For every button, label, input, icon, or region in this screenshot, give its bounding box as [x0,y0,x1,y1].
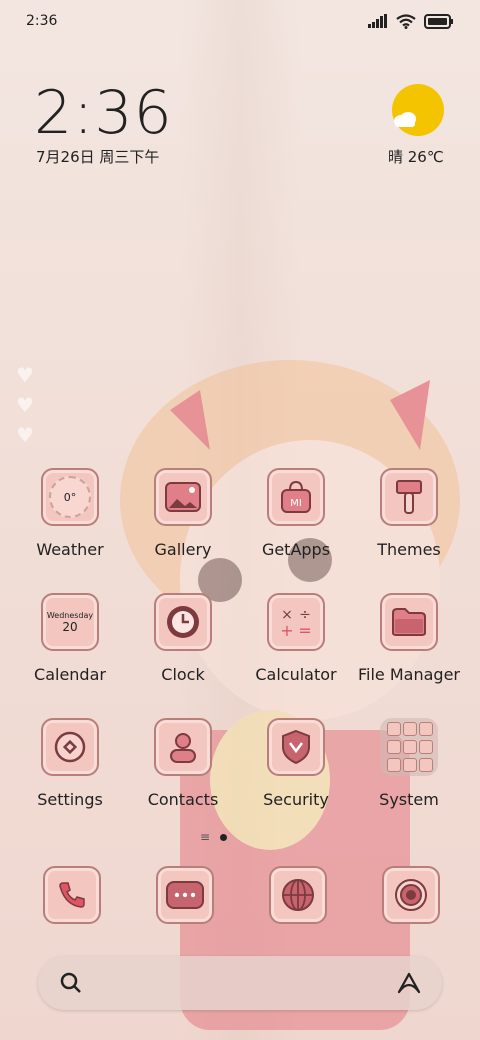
app-gallery[interactable]: Gallery [127,468,239,559]
clock-icon [154,593,212,651]
app-label: System [379,790,439,809]
app-label: Calendar [34,665,106,684]
current-page-dot [220,833,228,841]
gallery-icon [154,468,212,526]
status-time: 2:36 [26,13,58,29]
app-label: Security [263,790,329,809]
messages-icon[interactable] [156,866,214,924]
browser-icon[interactable] [269,866,327,924]
getapps-icon: MI [267,468,325,526]
app-label: Weather [36,540,104,559]
app-clock[interactable]: Clock [127,593,239,684]
calendar-icon: Wednesday 20 [41,593,99,651]
app-label: Settings [37,790,103,809]
app-label: Gallery [154,540,212,559]
app-label: Calculator [255,665,337,684]
search-bar[interactable] [38,956,442,1010]
themes-icon [380,468,438,526]
app-security[interactable]: Security [240,718,352,809]
app-label: File Manager [358,665,460,684]
weather-widget-text: 晴 26℃ [388,148,444,166]
file-manager-icon [380,593,438,651]
assistant-icon[interactable] [396,971,422,995]
clock-widget-date: 7月26日 周三下午 [36,148,160,166]
contacts-icon [154,718,212,776]
wallpaper-character-illustration [120,360,460,1030]
app-themes[interactable]: Themes [353,468,465,559]
calculator-icon: × ÷ + = [267,593,325,651]
app-label: Contacts [147,790,219,809]
signal-icon [368,14,387,28]
svg-text:+: + [280,621,293,639]
app-system-folder[interactable]: System [353,718,465,809]
app-contacts[interactable]: Contacts [127,718,239,809]
camera-icon[interactable] [382,866,440,924]
app-label: Clock [161,665,205,684]
app-label: Themes [377,540,441,559]
app-calculator[interactable]: × ÷ + = Calculator [240,593,352,684]
page-indicator[interactable]: ≡ [200,830,228,844]
system-folder-icon [380,718,438,776]
app-file-manager[interactable]: File Manager [353,593,465,684]
settings-icon [41,718,99,776]
battery-icon [424,13,453,29]
weather-cloud-icon [394,112,416,127]
svg-text:=: = [298,621,311,639]
menu-lines-icon: ≡ [200,830,211,844]
search-icon[interactable] [60,972,82,994]
svg-text:MI: MI [290,498,302,509]
status-bar: 2:36 [0,0,480,42]
wifi-icon [396,13,416,29]
clock-widget-time[interactable]: 2:36 [34,78,173,148]
app-calendar[interactable]: Wednesday 20 Calendar [14,593,126,684]
weather-icon: 0° [41,468,99,526]
app-label: GetApps [261,540,331,559]
decorative-hearts: ♥ ♥ ♥ [16,363,34,447]
app-getapps[interactable]: MI GetApps [240,468,352,559]
app-weather[interactable]: 0° Weather [14,468,126,559]
phone-icon[interactable] [43,866,101,924]
app-settings[interactable]: Settings [14,718,126,809]
security-icon [267,718,325,776]
